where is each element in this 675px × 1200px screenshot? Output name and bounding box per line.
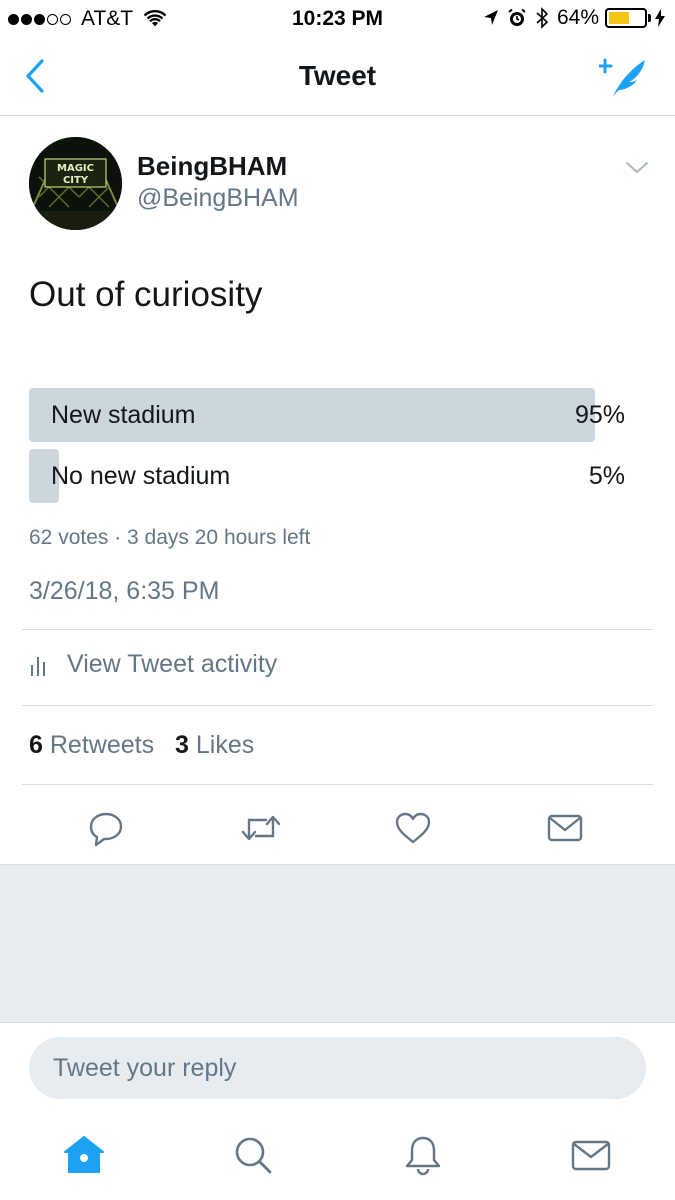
tab-search[interactable]	[232, 1134, 274, 1176]
reply-icon	[89, 812, 123, 847]
search-icon	[235, 1137, 272, 1174]
compose-tweet-icon	[597, 58, 645, 96]
view-tweet-activity-link[interactable]: View Tweet activity	[29, 650, 277, 679]
divider	[22, 705, 653, 706]
retweets-stat[interactable]: 6 Retweets	[29, 731, 154, 759]
retweets-count: 6	[29, 731, 43, 759]
retweet-button[interactable]	[240, 808, 282, 848]
messages-icon	[571, 1140, 611, 1171]
direct-message-button[interactable]	[545, 808, 585, 848]
like-icon	[395, 812, 431, 844]
tab-home[interactable]	[63, 1134, 105, 1176]
poll-option-percent: 95%	[574, 401, 625, 429]
tab-bar	[0, 1118, 675, 1200]
page-title: Tweet	[298, 60, 377, 91]
svg-text:CITY: CITY	[63, 175, 89, 186]
svg-text:MAGIC: MAGIC	[57, 163, 94, 174]
poll-option-label: New stadium	[51, 401, 196, 429]
location-icon	[483, 9, 499, 27]
likes-stat[interactable]: 3 Likes	[175, 731, 254, 759]
tab-messages[interactable]	[570, 1134, 612, 1176]
tweet-actions	[0, 800, 675, 864]
retweet-icon	[241, 815, 281, 841]
poll-meta: 62 votes · 3 days 20 hours left	[29, 526, 311, 549]
battery-fill	[609, 12, 630, 24]
likes-label: Likes	[195, 731, 255, 759]
tweet-stats: 6 Retweets 3 Likes	[29, 731, 254, 760]
reply-bar	[0, 1022, 675, 1118]
avatar-image: MAGIC CITY	[29, 137, 122, 230]
home-icon	[64, 1136, 104, 1173]
notifications-icon	[405, 1136, 441, 1176]
chevron-down-icon	[626, 162, 648, 174]
tab-notifications[interactable]	[402, 1134, 444, 1176]
like-button[interactable]	[393, 808, 433, 848]
bar-chart-icon	[31, 656, 45, 676]
tweet-options-button[interactable]	[625, 158, 649, 176]
user-handle[interactable]: @BeingBHAM	[137, 184, 299, 213]
divider	[22, 629, 653, 630]
poll-option-label: No new stadium	[51, 462, 231, 490]
direct-message-icon	[547, 814, 583, 842]
status-right: 64%	[475, 6, 665, 30]
poll-option: No new stadium 5%	[29, 449, 625, 503]
charging-icon	[655, 9, 665, 27]
avatar[interactable]: MAGIC CITY	[29, 137, 122, 230]
display-name[interactable]: BeingBHAM	[137, 151, 287, 182]
tweet-timestamp: 3/26/18, 6:35 PM	[29, 577, 220, 605]
poll-option: New stadium 95%	[29, 388, 625, 442]
likes-count: 3	[175, 731, 189, 759]
poll-option-percent: 5%	[588, 462, 625, 490]
reply-input[interactable]	[29, 1037, 646, 1099]
compose-tweet-button[interactable]	[597, 54, 649, 98]
battery-percent: 64%	[556, 6, 599, 29]
reply-button[interactable]	[86, 808, 126, 848]
tweet-text: Out of curiosity	[29, 275, 263, 314]
empty-replies-area	[0, 864, 675, 1022]
bluetooth-icon	[535, 7, 549, 29]
alarm-icon	[507, 8, 527, 28]
retweets-label: Retweets	[49, 731, 155, 759]
divider	[22, 784, 653, 785]
activity-label: View Tweet activity	[67, 650, 278, 678]
battery-icon	[605, 8, 647, 28]
nav-bar: Tweet	[0, 38, 675, 116]
status-bar: AT&T 10:23 PM 64%	[0, 0, 675, 38]
battery-cap	[648, 14, 651, 22]
